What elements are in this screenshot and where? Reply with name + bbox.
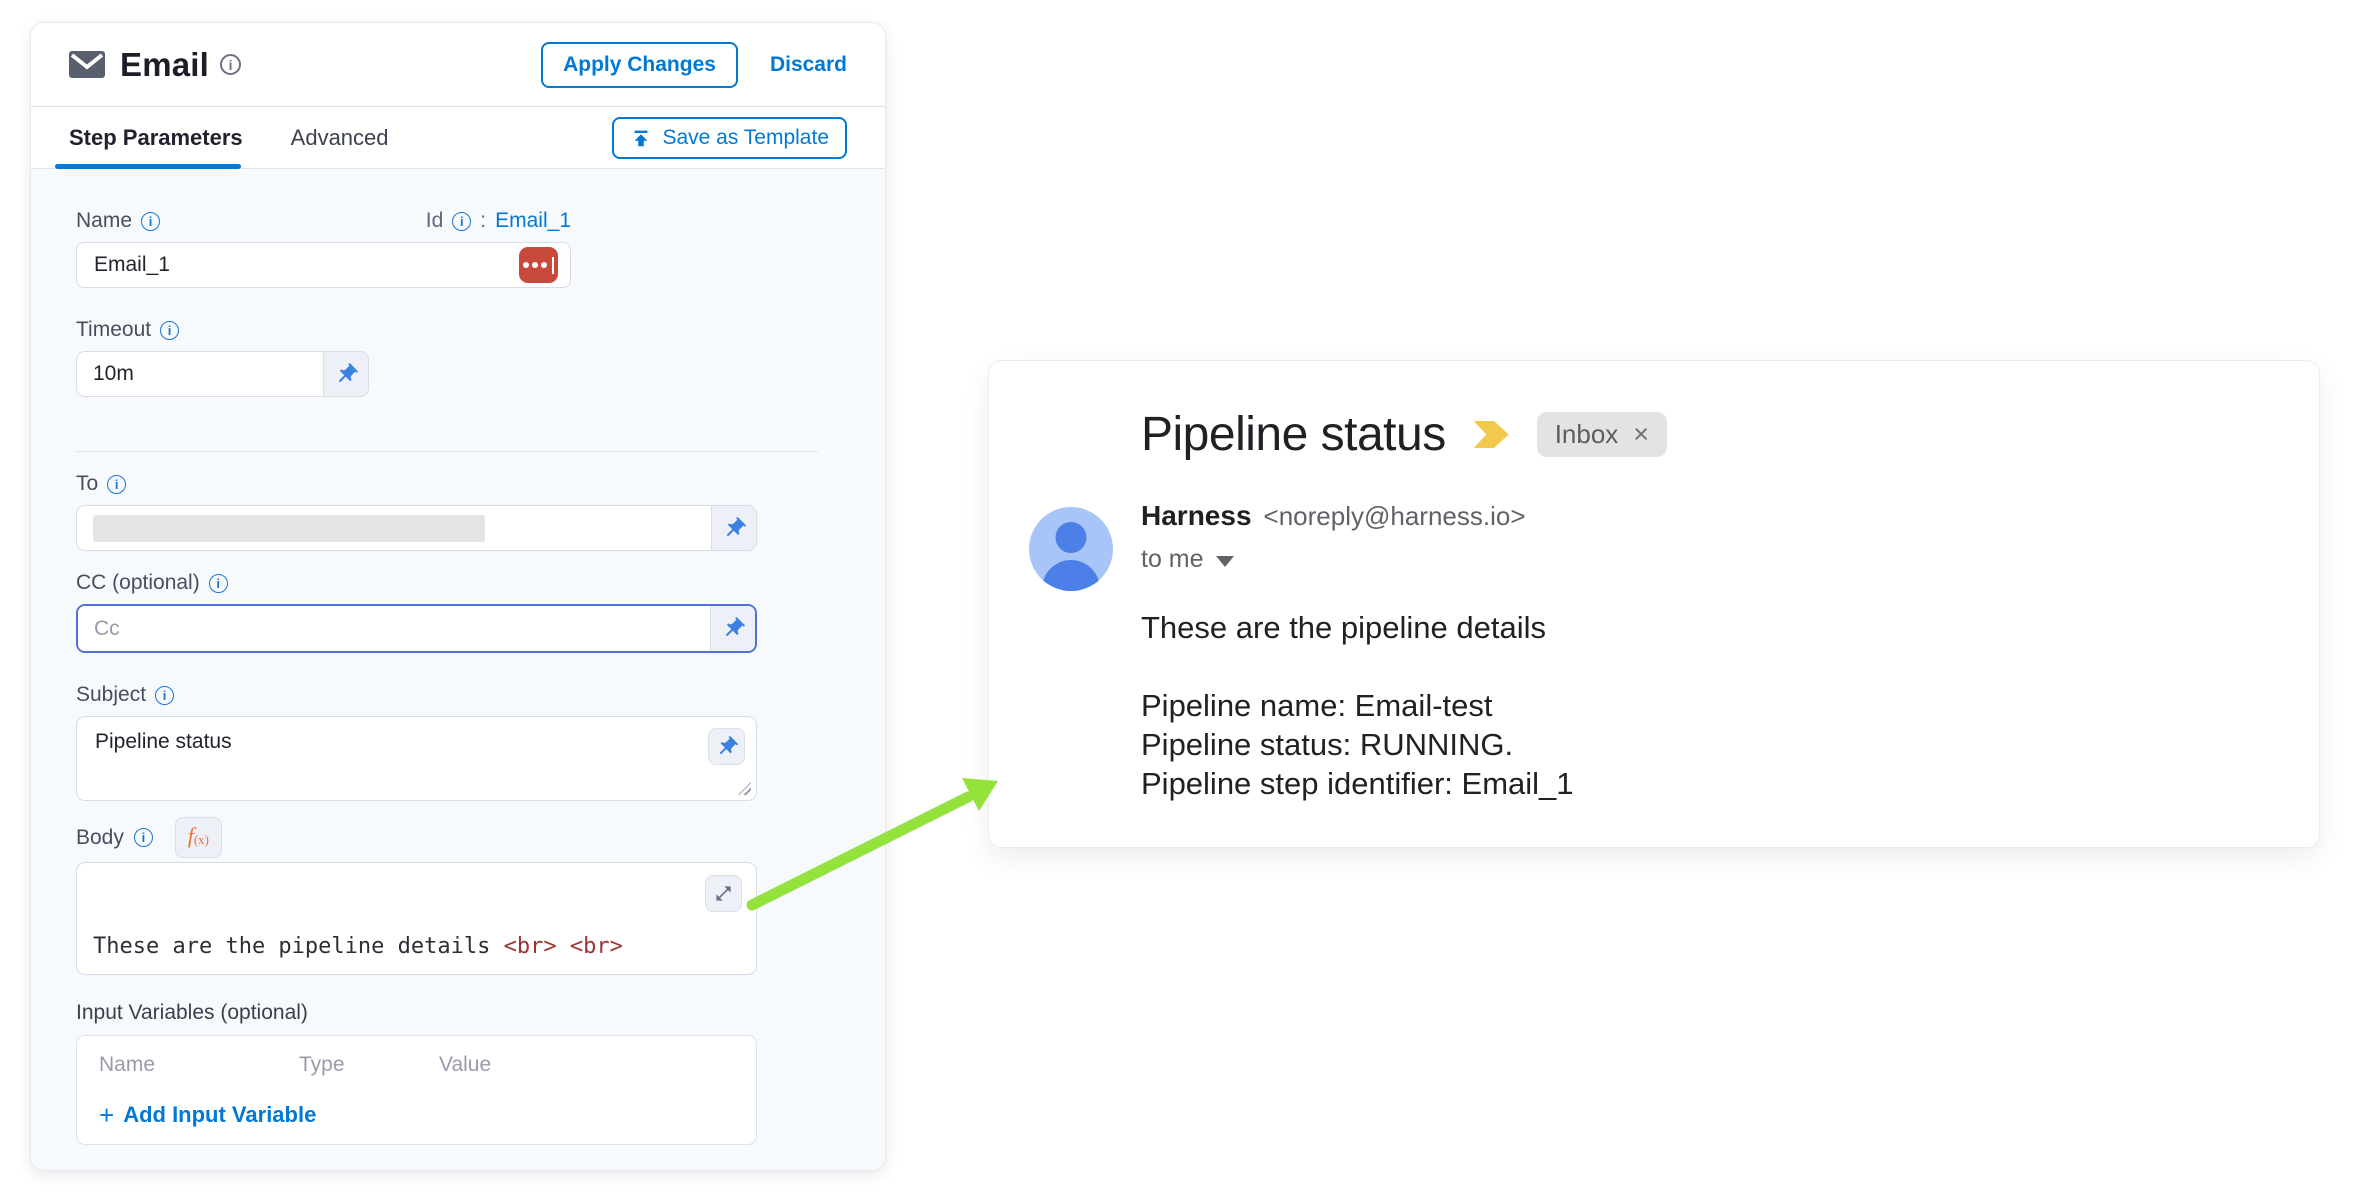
input-variables-label: Input Variables (optional) (76, 1001, 818, 1025)
inbox-label-chip[interactable]: Inbox × (1537, 412, 1667, 457)
step-parameters-form: Name i Id i : Email_1 Timeout i (31, 169, 885, 1170)
expand-icon (714, 884, 733, 903)
to-input[interactable] (76, 505, 757, 551)
subject-runtime-input-button[interactable] (708, 728, 745, 765)
timeout-info-icon[interactable]: i (160, 321, 179, 340)
page: { "icons": { "info": "i", "close": "×", … (0, 0, 2354, 1198)
timeout-input[interactable] (77, 352, 323, 396)
email-body-line: Pipeline name: Email-test (1141, 686, 1574, 725)
cc-info-icon[interactable]: i (209, 574, 228, 593)
timeout-field-label: Timeout (76, 318, 151, 342)
sender-name: Harness (1141, 500, 1252, 532)
body-field-label: Body (76, 826, 124, 850)
name-info-icon[interactable]: i (141, 212, 160, 231)
subject-info-icon[interactable]: i (155, 686, 174, 705)
name-field-label: Name (76, 209, 132, 233)
id-value[interactable]: Email_1 (495, 209, 571, 233)
pin-icon (721, 616, 746, 641)
step-panel-tabs: Step Parameters Advanced Save as Templat… (31, 107, 885, 169)
iv-column-name: Name (99, 1053, 299, 1077)
email-subject: Pipeline status (1141, 407, 1446, 462)
pin-icon (722, 516, 747, 541)
sender-email: <noreply@harness.io> (1264, 501, 1526, 532)
subject-field-label: Subject (76, 683, 146, 707)
email-body: These are the pipeline details Pipeline … (1141, 608, 1574, 803)
add-input-variable-button[interactable]: + Add Input Variable (99, 1102, 316, 1128)
pin-icon (715, 735, 739, 759)
to-field-label: To (76, 472, 98, 496)
remove-label-icon[interactable]: × (1633, 421, 1649, 448)
expand-editor-button[interactable] (705, 875, 742, 912)
cc-input[interactable] (78, 606, 710, 651)
email-body-line: These are the pipeline details (1141, 608, 1574, 647)
timeout-runtime-input-button[interactable] (323, 352, 368, 396)
apply-changes-button[interactable]: Apply Changes (541, 42, 738, 88)
subject-textarea[interactable]: Pipeline status (76, 716, 757, 801)
pin-icon (334, 362, 359, 387)
save-as-template-button[interactable]: Save as Template (612, 117, 847, 159)
textarea-resize-handle[interactable] (738, 782, 751, 795)
name-input[interactable] (76, 242, 571, 288)
id-colon: : (480, 209, 486, 233)
email-body-line (1141, 647, 1574, 686)
plus-icon: + (99, 1105, 114, 1125)
email-step-icon (69, 51, 105, 78)
chevron-down-icon (1216, 556, 1234, 567)
email-body-line: Pipeline step identifier: Email_1 (1141, 764, 1574, 803)
tab-step-parameters[interactable]: Step Parameters (69, 125, 243, 151)
expression-fx-button[interactable]: f(x) (175, 817, 222, 858)
step-title: Email (120, 46, 209, 84)
iv-column-value: Value (439, 1053, 491, 1077)
save-template-upload-icon (630, 127, 652, 149)
step-info-icon[interactable]: i (220, 54, 241, 75)
body-code-line: These are the pipeline details <br> <br> (93, 932, 740, 962)
active-tab-underline (55, 164, 241, 169)
cc-runtime-input-button[interactable] (710, 606, 755, 651)
to-info-icon[interactable]: i (107, 475, 126, 494)
tab-advanced[interactable]: Advanced (291, 125, 389, 151)
discard-button[interactable]: Discard (770, 53, 847, 77)
step-panel-header: Email i Apply Changes Discard (31, 23, 885, 107)
iv-column-type: Type (299, 1053, 439, 1077)
email-preview-card: Pipeline status Inbox × Harness <noreply… (988, 360, 2320, 848)
cc-field-label: CC (optional) (76, 571, 200, 595)
section-divider (76, 451, 818, 452)
importance-marker-icon[interactable] (1474, 421, 1509, 448)
avatar-person-icon (1056, 522, 1087, 553)
to-value-redacted (93, 515, 485, 542)
password-manager-autofill-icon[interactable] (519, 247, 558, 283)
recipient-details-toggle[interactable]: to me (1141, 545, 1526, 574)
sender-avatar (1029, 507, 1113, 591)
input-variables-table: Name Type Value + Add Input Variable (76, 1035, 757, 1145)
id-label: Id (426, 209, 444, 233)
email-step-panel: Email i Apply Changes Discard Step Param… (30, 22, 886, 1171)
to-runtime-input-button[interactable] (711, 506, 756, 550)
body-info-icon[interactable]: i (134, 828, 153, 847)
id-info-icon[interactable]: i (452, 212, 471, 231)
email-body-line: Pipeline status: RUNNING. (1141, 725, 1574, 764)
body-code-editor[interactable]: These are the pipeline details <br> <br>… (76, 862, 757, 975)
